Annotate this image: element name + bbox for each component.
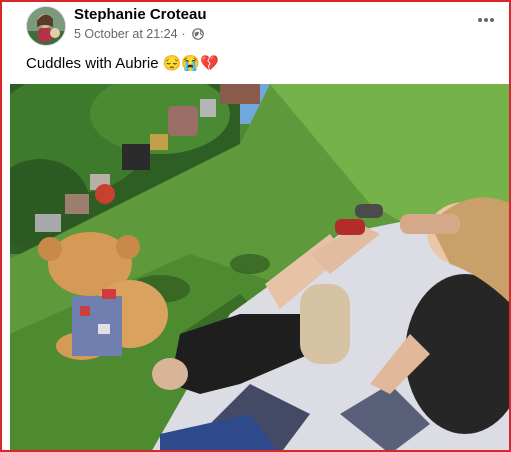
post-card: Stephanie Croteau 5 October at 21:24 · C… <box>0 0 511 452</box>
post-header: Stephanie Croteau 5 October at 21:24 · <box>24 5 504 46</box>
post-meta: 5 October at 21:24 · <box>74 27 204 41</box>
author-avatar[interactable] <box>26 6 66 46</box>
post-timestamp[interactable]: 5 October at 21:24 <box>74 27 178 41</box>
more-options-icon[interactable] <box>472 9 500 31</box>
post-caption: Cuddles with Aubrie 😔😭💔 <box>26 55 219 72</box>
cemetery-photo <box>10 84 509 450</box>
author-name[interactable]: Stephanie Croteau <box>74 6 207 23</box>
avatar-image <box>27 7 65 45</box>
globe-icon <box>191 28 204 40</box>
meta-separator: · <box>181 27 186 41</box>
post-photo[interactable] <box>10 84 509 450</box>
